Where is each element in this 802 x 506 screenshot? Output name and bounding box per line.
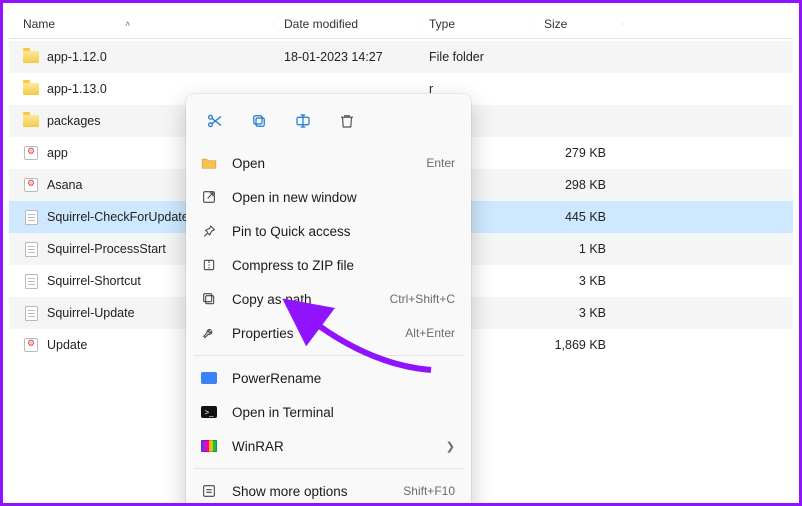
menu-separator (194, 468, 463, 469)
column-header-date[interactable]: Date modified (274, 17, 419, 31)
more-options-icon (200, 483, 218, 499)
file-name: Squirrel-Shortcut (47, 274, 141, 288)
column-header-type[interactable]: Type (419, 17, 534, 31)
config-file-icon (23, 177, 39, 193)
terminal-icon: >_ (200, 406, 218, 418)
text-file-icon (23, 241, 39, 257)
text-file-icon (23, 273, 39, 289)
copy-path-icon (200, 291, 218, 307)
column-header-date-label: Date modified (284, 17, 358, 31)
scissors-icon (206, 112, 224, 130)
menu-powerrename[interactable]: PowerRename (192, 361, 465, 395)
context-menu-toolbar (192, 100, 465, 146)
file-size: 1 KB (534, 242, 624, 256)
file-name: Asana (47, 178, 82, 192)
winrar-icon (200, 440, 218, 452)
menu-separator (194, 355, 463, 356)
menu-copy-path-label: Copy as path (232, 292, 376, 307)
menu-properties[interactable]: Properties Alt+Enter (192, 316, 465, 350)
file-size: 3 KB (534, 274, 624, 288)
file-name: app-1.12.0 (47, 50, 107, 64)
text-file-icon (23, 209, 39, 225)
file-name: app-1.13.0 (47, 82, 107, 96)
explorer-window: Name ˄ Date modified Type Size app-1.12.… (0, 0, 802, 506)
menu-powerrename-label: PowerRename (232, 371, 455, 386)
column-header-name-label: Name (23, 17, 55, 31)
file-date: 18-01-2023 14:27 (274, 50, 419, 64)
file-row[interactable]: app-1.12.0 18-01-2023 14:27File folder (9, 41, 793, 73)
config-file-icon (23, 145, 39, 161)
file-name: Update (47, 338, 87, 352)
file-name: Squirrel-CheckForUpdate (47, 210, 189, 224)
menu-properties-label: Properties (232, 326, 391, 341)
menu-copy-path-hint: Ctrl+Shift+C (390, 292, 455, 306)
menu-more-label: Show more options (232, 484, 389, 499)
sort-ascending-icon: ˄ (125, 19, 130, 29)
file-name: app (47, 146, 68, 160)
menu-zip-label: Compress to ZIP file (232, 258, 455, 273)
cut-button[interactable] (196, 104, 234, 138)
file-size: 3 KB (534, 306, 624, 320)
file-name: Squirrel-Update (47, 306, 135, 320)
file-size: 445 KB (534, 210, 624, 224)
rename-button[interactable] (284, 104, 322, 138)
menu-open-label: Open (232, 156, 412, 171)
menu-open-hint: Enter (426, 156, 455, 170)
file-size: 1,869 KB (534, 338, 624, 352)
column-header-size[interactable]: Size (534, 17, 624, 31)
copy-icon (250, 112, 268, 130)
folder-icon (23, 113, 39, 129)
menu-open-new-window[interactable]: Open in new window (192, 180, 465, 214)
menu-properties-hint: Alt+Enter (405, 326, 455, 340)
column-header-size-label: Size (544, 17, 567, 31)
menu-winrar-label: WinRAR (232, 439, 432, 454)
file-size: 279 KB (534, 146, 624, 160)
delete-button[interactable] (328, 104, 366, 138)
copy-button[interactable] (240, 104, 278, 138)
file-type: File folder (419, 50, 534, 64)
menu-pin-label: Pin to Quick access (232, 224, 455, 239)
context-menu: Open Enter Open in new window Pin to Qui… (186, 94, 471, 506)
menu-open-new-window-label: Open in new window (232, 190, 455, 205)
file-name: packages (47, 114, 101, 128)
menu-winrar[interactable]: WinRAR ❯ (192, 429, 465, 463)
menu-compress-zip[interactable]: Compress to ZIP file (192, 248, 465, 282)
folder-icon (23, 81, 39, 97)
menu-copy-as-path[interactable]: Copy as path Ctrl+Shift+C (192, 282, 465, 316)
wrench-icon (200, 325, 218, 341)
column-header-type-label: Type (429, 17, 455, 31)
folder-icon (23, 49, 39, 65)
menu-pin-quick-access[interactable]: Pin to Quick access (192, 214, 465, 248)
menu-open[interactable]: Open Enter (192, 146, 465, 180)
folder-open-icon (200, 154, 218, 172)
menu-terminal-label: Open in Terminal (232, 405, 455, 420)
file-size: 298 KB (534, 178, 624, 192)
powerrename-icon (200, 372, 218, 384)
text-file-icon (23, 305, 39, 321)
menu-open-terminal[interactable]: >_ Open in Terminal (192, 395, 465, 429)
column-header-name[interactable]: Name ˄ (9, 17, 274, 31)
column-header-row: Name ˄ Date modified Type Size (9, 9, 793, 39)
trash-icon (338, 112, 356, 130)
open-new-window-icon (200, 189, 218, 205)
zip-icon (200, 257, 218, 273)
config-file-icon (23, 337, 39, 353)
rename-icon (294, 112, 312, 130)
chevron-right-icon: ❯ (446, 440, 455, 453)
menu-more-hint: Shift+F10 (403, 484, 455, 498)
pin-icon (200, 223, 218, 239)
menu-show-more-options[interactable]: Show more options Shift+F10 (192, 474, 465, 506)
file-name: Squirrel-ProcessStart (47, 242, 166, 256)
